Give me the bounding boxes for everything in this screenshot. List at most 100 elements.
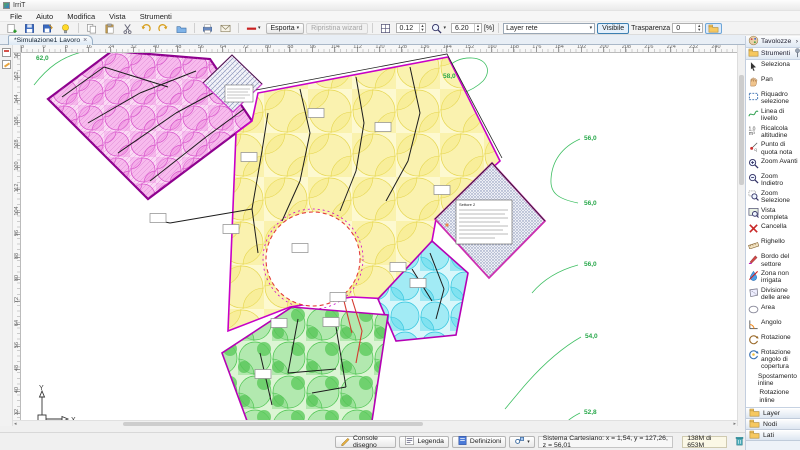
zoom-dropdown[interactable]: ▾ xyxy=(428,23,449,34)
paste-button[interactable] xyxy=(101,23,118,34)
drawing-canvas[interactable]: Settore 2 xyxy=(21,53,737,426)
tool-riquadro-selezione[interactable]: Riquadro selezione xyxy=(746,90,800,107)
visible-toggle[interactable]: Visibile xyxy=(597,23,629,34)
contour-elevation-label: 56,0 xyxy=(584,261,597,268)
ruler-label: 160 xyxy=(485,45,499,50)
tool-divisione-delle-aree[interactable]: Divisione delle aree xyxy=(746,286,800,303)
tool-label: Ricalcola altitudine xyxy=(761,125,799,140)
transparency-spinner[interactable]: 0 ▲▼ xyxy=(672,23,703,33)
horizontal-scroll-thumb[interactable] xyxy=(123,422,423,426)
export-button[interactable]: Esporta▾ xyxy=(266,23,305,34)
panel-lati[interactable]: Lati xyxy=(746,430,800,441)
snap-step-spinner[interactable]: 0.12 ▲▼ xyxy=(396,23,427,33)
ruler-label: 48 xyxy=(171,45,185,50)
tool-vista-completa[interactable]: Vista completa xyxy=(746,206,800,223)
tool-cancella[interactable]: Cancella xyxy=(746,222,800,237)
save-as-button[interactable] xyxy=(39,23,56,34)
scroll-right-arrow-icon[interactable]: ▸ xyxy=(733,421,736,427)
node-label-box[interactable] xyxy=(308,109,324,118)
horizontal-scrollbar[interactable]: ◂ ▸ xyxy=(13,420,737,426)
vertical-scrollbar[interactable] xyxy=(737,45,745,426)
tool-zona-non-irrigata[interactable]: Zona non irrigata xyxy=(746,269,800,286)
contour-elevation-label: 58,0 xyxy=(443,73,456,80)
tool-ricalcola-altitudine[interactable]: 1,0m³Ricalcola altitudine xyxy=(746,124,800,141)
tool-seleziona[interactable]: Seleziona xyxy=(746,60,800,75)
line-style-dropdown[interactable]: ▾ xyxy=(243,23,264,34)
wizard-bulb-button[interactable] xyxy=(57,23,74,34)
document-tab[interactable]: *Simulazione1 Lavoro × xyxy=(8,35,93,45)
ruler-label: 40 xyxy=(14,382,20,398)
node-label-box[interactable] xyxy=(255,370,271,379)
menu-modifica[interactable]: Modifica xyxy=(61,11,101,22)
vertical-scroll-thumb[interactable] xyxy=(739,75,744,185)
tool-spostamento-inline[interactable]: Spostamento inline xyxy=(746,372,800,389)
save-as-icon xyxy=(42,23,53,34)
spinner-arrows[interactable]: ▲▼ xyxy=(695,24,702,32)
restore-wizard-button[interactable]: Ripristina wizard xyxy=(306,23,367,34)
grid-snap-button[interactable] xyxy=(377,23,394,34)
ruler-label: 112 xyxy=(14,180,20,196)
tool-righello[interactable]: Righello xyxy=(746,237,800,252)
undo-button[interactable] xyxy=(137,23,154,34)
node-label-box[interactable] xyxy=(223,225,239,234)
node-label-box[interactable] xyxy=(323,318,339,327)
node-label-box[interactable] xyxy=(292,244,308,253)
node-label-box[interactable] xyxy=(375,123,391,132)
tools-panel-header[interactable]: Strumenti xyxy=(746,48,800,60)
sector-green[interactable] xyxy=(222,307,388,426)
note-strip-icon[interactable] xyxy=(2,48,11,57)
panel-label: Layer xyxy=(763,410,780,417)
memory-indicator: 138M di 653M xyxy=(682,436,727,448)
zoom-spinner[interactable]: 6.20 ▲▼ xyxy=(451,23,482,33)
legend-button[interactable]: Legenda xyxy=(399,436,448,448)
tool-zoom-selezione[interactable]: Zoom Selezione xyxy=(746,189,800,206)
email-button[interactable] xyxy=(217,23,234,34)
layer-select[interactable]: Layer rete ▾ xyxy=(503,23,595,34)
node-style-dropdown[interactable]: ▾ xyxy=(509,436,535,448)
new-document-button[interactable] xyxy=(3,23,20,34)
spinner-arrows[interactable]: ▲▼ xyxy=(474,24,481,32)
menu-vista[interactable]: Vista xyxy=(103,11,132,22)
axis-origin-icon: Y X xyxy=(38,385,76,424)
tool-punto-di-quota-nota[interactable]: qPunto di quota nota xyxy=(746,140,800,157)
ruler-label: -8 xyxy=(21,45,29,50)
spinner-arrows[interactable]: ▲▼ xyxy=(419,24,426,32)
tool-pan[interactable]: Pan xyxy=(746,75,800,90)
node-label-box[interactable] xyxy=(390,263,406,272)
node-label-box[interactable] xyxy=(271,319,287,328)
save-button[interactable] xyxy=(21,23,38,34)
node-label-box[interactable] xyxy=(410,279,426,288)
definitions-button[interactable]: Definizioni xyxy=(452,436,506,448)
node-label-box[interactable] xyxy=(241,153,257,162)
pencil-strip-icon[interactable] xyxy=(2,60,11,69)
console-button[interactable]: Console disegno xyxy=(335,436,396,448)
ruler-label: 144 xyxy=(14,91,20,107)
tab-close-icon[interactable]: × xyxy=(83,37,87,44)
node-label-box[interactable] xyxy=(150,214,166,223)
cut-button[interactable] xyxy=(119,23,136,34)
redo-button[interactable] xyxy=(155,23,172,34)
tool-angolo[interactable]: Angolo xyxy=(746,318,800,333)
tool-bordo-del-settore[interactable]: Bordo del settore xyxy=(746,252,800,269)
palettes-header-label: Tavolozze xyxy=(761,38,794,45)
node-label-box[interactable] xyxy=(434,186,450,195)
tool-zoom-avanti[interactable]: Zoom Avanti xyxy=(746,157,800,172)
tool-rotazione[interactable]: Rotazione xyxy=(746,333,800,348)
statusbar: Console disegno Legenda Definizioni ▾ Si… xyxy=(0,432,745,450)
layer-folder-button[interactable] xyxy=(705,23,722,34)
menu-file[interactable]: File xyxy=(4,11,28,22)
menu-aiuto[interactable]: Aiuto xyxy=(30,11,59,22)
scroll-left-arrow-icon[interactable]: ◂ xyxy=(14,421,17,427)
sector-info-title: Settore 2 xyxy=(459,202,476,207)
tool-rotazione-angolo-di-copertura[interactable]: Rotazione angolo di copertura xyxy=(746,348,800,372)
copy-button[interactable] xyxy=(83,23,100,34)
menu-strumenti[interactable]: Strumenti xyxy=(134,11,178,22)
tool-linea-di-livello[interactable]: Linea di livello xyxy=(746,107,800,124)
rotate-coverage-icon xyxy=(748,349,759,362)
tool-area[interactable]: Area xyxy=(746,303,800,318)
node-label-box[interactable] xyxy=(330,293,346,302)
open-folder-button[interactable] xyxy=(173,23,190,34)
tool-rotazione-inline[interactable]: Rotazione inline xyxy=(746,388,800,405)
tool-zoom-indietro[interactable]: Zoom Indietro xyxy=(746,172,800,189)
print-button[interactable] xyxy=(199,23,216,34)
